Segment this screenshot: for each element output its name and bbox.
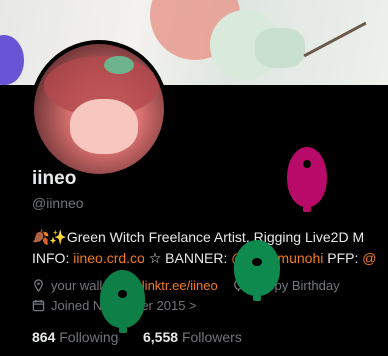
- bio-pfp-label: PFP:: [323, 250, 363, 266]
- chevron-right-icon[interactable]: >: [189, 298, 197, 313]
- bio-text: Green Witch Freelance Artist, Rigging Li…: [66, 229, 365, 245]
- following-stat[interactable]: 864 Following: [32, 329, 118, 345]
- website-link[interactable]: linktr.ee/iineo: [142, 278, 218, 293]
- bio-line-1: 🍂✨Green Witch Freelance Artist, Rigging …: [32, 227, 388, 248]
- banner-art-stick: [303, 21, 367, 58]
- balloon-magenta: [287, 147, 327, 212]
- balloon-green: [100, 270, 145, 333]
- balloon-green: [234, 240, 280, 301]
- profile-bio: 🍂✨Green Witch Freelance Artist, Rigging …: [32, 227, 388, 268]
- avatar-leaf: [104, 56, 134, 74]
- user-handle: @iinneo: [32, 195, 84, 211]
- followers-stat[interactable]: 6,558 Followers: [143, 329, 242, 345]
- banner-art-figure: [255, 28, 305, 68]
- leaf-sparkle-emoji: 🍂✨: [32, 230, 67, 246]
- bio-pfp-handle-link[interactable]: @: [362, 250, 376, 266]
- followers-label: Followers: [181, 329, 242, 345]
- avatar-face: [70, 99, 138, 154]
- bio-line-2: INFO: iineo.crd.co ☆ BANNER: @_Kyomunohi…: [32, 248, 388, 268]
- calendar-icon: [32, 299, 45, 312]
- followers-count: 6,558: [143, 329, 179, 345]
- location-pin-icon: [34, 279, 43, 292]
- bio-banner-label: ☆ BANNER:: [144, 250, 232, 266]
- profile-avatar[interactable]: [30, 40, 168, 178]
- profile-meta-row: your walls linktr.ee/iineo Happy Birthday: [32, 278, 340, 293]
- following-count: 864: [32, 329, 56, 345]
- bio-info-label: INFO:: [32, 250, 74, 266]
- following-label: Following: [59, 329, 119, 345]
- bio-link-carrd[interactable]: iineo.crd.co: [73, 250, 145, 266]
- display-name: iineo: [32, 168, 77, 189]
